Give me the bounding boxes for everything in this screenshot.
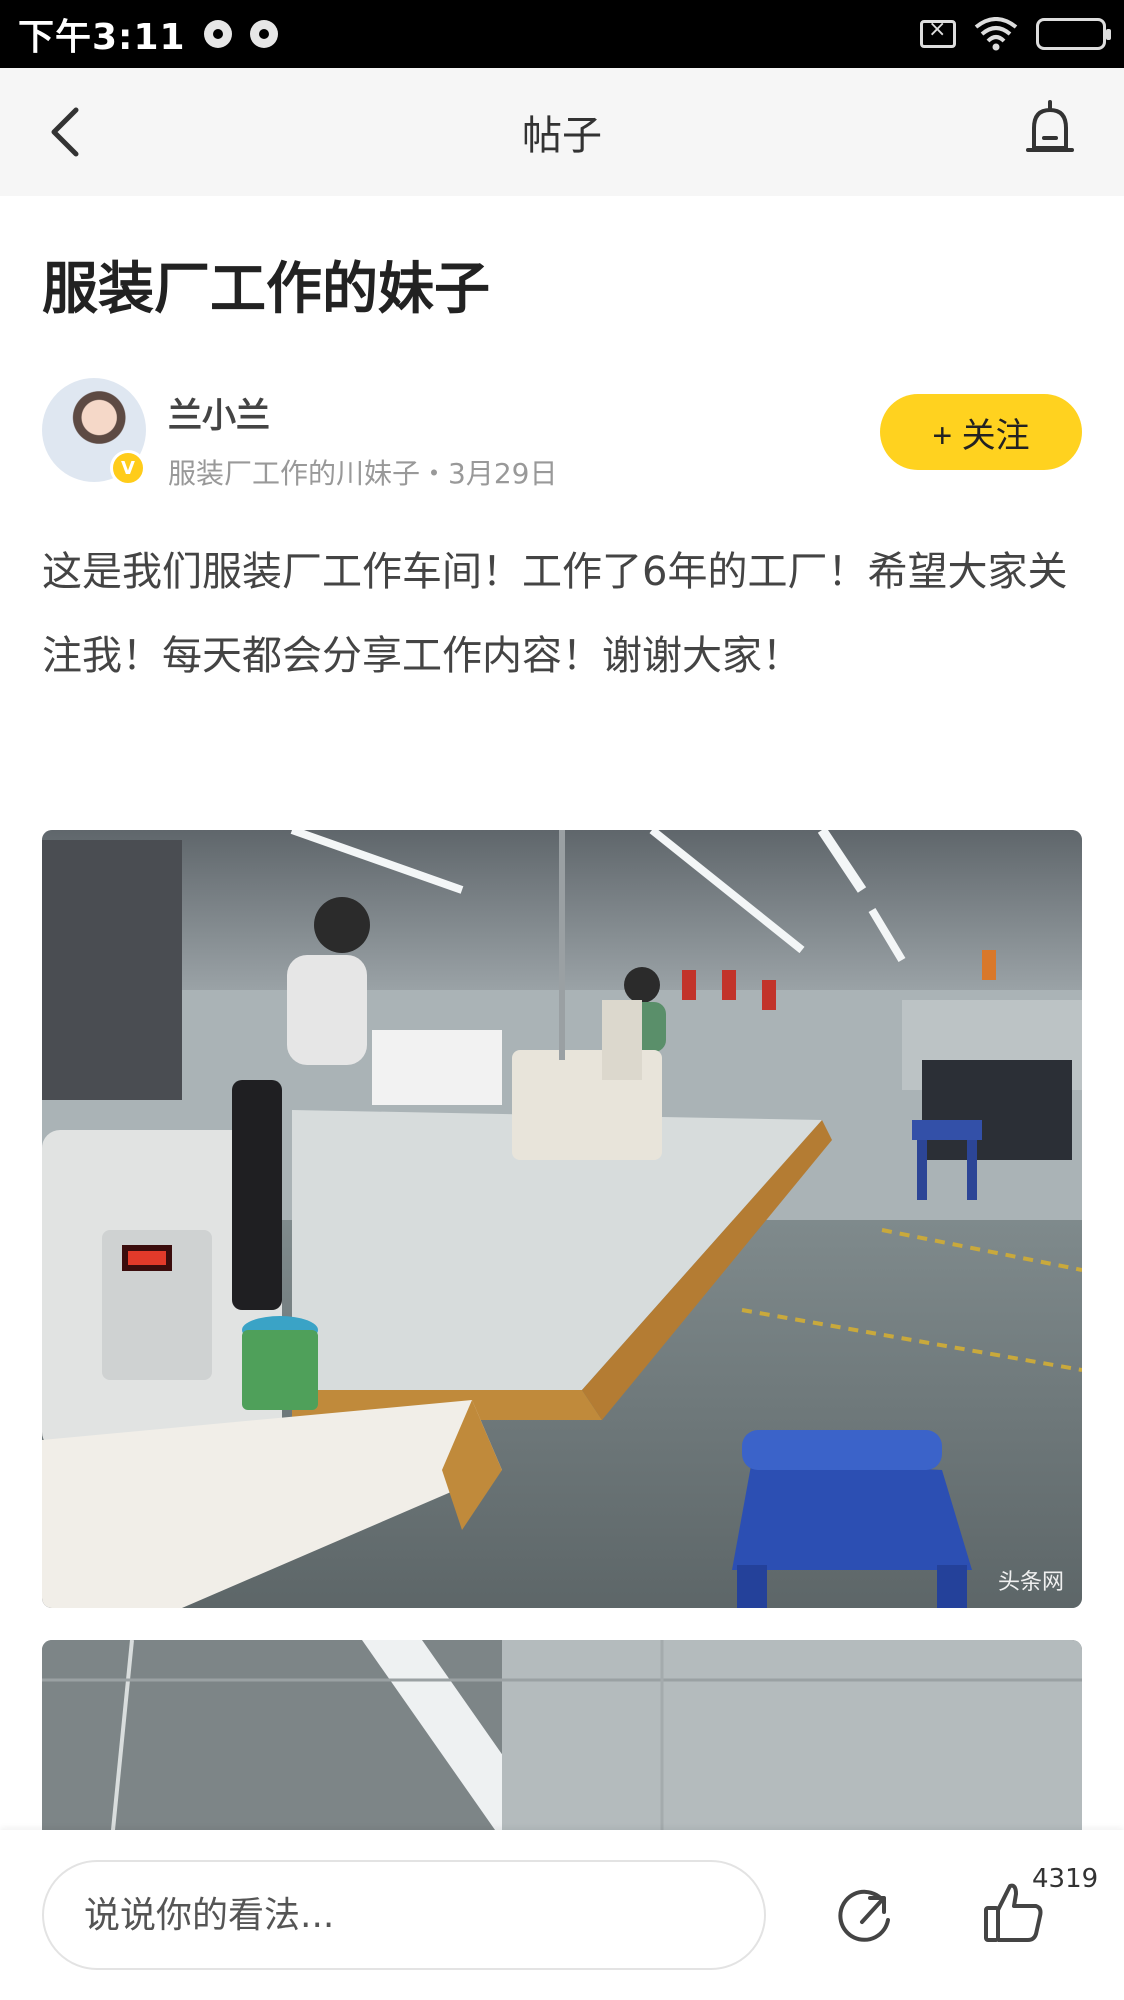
status-bar: 下午3:11 <box>0 0 1124 68</box>
bottom-bar: 4319 <box>0 1830 1124 2000</box>
share-icon[interactable] <box>832 1882 898 1948</box>
nav-bar: 帖子 <box>0 68 1124 196</box>
alert-bell-icon[interactable] <box>1018 98 1082 162</box>
back-arrow-icon[interactable] <box>42 104 92 160</box>
post-title: 服装厂工作的妹子 <box>42 257 490 322</box>
author-meta: 服装厂工作的川妹子・3月29日 <box>168 457 558 490</box>
notification-dot-icon <box>203 20 232 48</box>
author-name[interactable]: 兰小兰 <box>168 388 270 437</box>
notification-dot-icon <box>249 20 278 48</box>
page-title: 帖子 <box>522 113 602 159</box>
image-watermark: 头条网 <box>997 1570 1064 1595</box>
second-image-illustration <box>42 1640 1082 1840</box>
sim-icon <box>920 17 956 48</box>
post-body: 这是我们服装厂工作车间！工作了6年的工厂！希望大家关注我！每天都会分享工作内容！… <box>42 549 1068 679</box>
wifi-icon <box>974 17 1018 51</box>
like-count: 4319 <box>1032 1864 1099 1894</box>
post-image-workshop[interactable]: 头条网 <box>42 830 1082 1608</box>
workshop-illustration <box>42 830 1082 1608</box>
comment-input[interactable] <box>42 1860 766 1970</box>
follow-button[interactable]: + 关注 <box>880 394 1082 470</box>
status-time: 下午3:11 <box>18 17 186 58</box>
battery-icon <box>1036 18 1111 50</box>
post-image-second[interactable] <box>42 1640 1082 1840</box>
verified-badge: V <box>110 450 146 486</box>
